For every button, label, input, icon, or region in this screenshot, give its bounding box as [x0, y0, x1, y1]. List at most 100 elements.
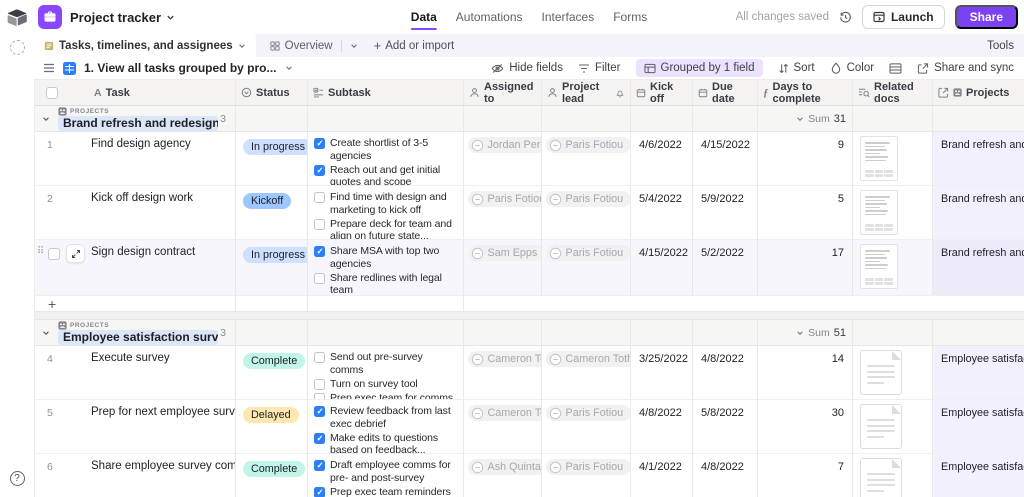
group-value-pill[interactable]: Brand refresh and redesign	[58, 116, 218, 131]
assigned-to-cell[interactable]: Cameron Toth	[464, 346, 542, 399]
kick-off-cell[interactable]: 5/4/2022	[631, 186, 693, 239]
table-row[interactable]: 4Execute surveyCompleteSend out pre-surv…	[35, 346, 1024, 400]
column-header-lead[interactable]: Project lead	[542, 80, 631, 105]
kick-off-cell[interactable]: 4/15/2022	[631, 240, 693, 295]
due-date-cell[interactable]: 4/8/2022	[693, 454, 758, 497]
related-docs-cell[interactable]	[853, 454, 933, 497]
group-value-pill[interactable]: Employee satisfaction survey	[58, 330, 218, 345]
history-icon[interactable]	[839, 11, 852, 24]
subtask-checkbox[interactable]	[314, 246, 325, 257]
assigned-to-cell[interactable]: Paris Fotiou	[464, 186, 542, 239]
chevron-down-icon[interactable]	[166, 13, 175, 22]
subtask-checkbox[interactable]	[314, 165, 325, 176]
tab-automations[interactable]: Automations	[456, 0, 523, 34]
task-cell[interactable]: 5Prep for next employee survey	[35, 400, 236, 453]
subtask-checkbox[interactable]	[314, 379, 325, 390]
chevron-down-icon[interactable]	[285, 64, 293, 72]
subtask-cell[interactable]: Create shortlist of 3-5 agenciesReach ou…	[308, 132, 464, 185]
help-icon[interactable]: ?	[10, 471, 25, 486]
column-header-days[interactable]: ƒDays to complete	[758, 80, 853, 105]
drag-handle[interactable]: ⠿	[37, 246, 43, 257]
project-lead-cell[interactable]: Cameron Toth	[542, 346, 631, 399]
projects-cell[interactable]: Employee satisfaction s	[933, 454, 1024, 497]
table-row[interactable]: 2Kick off design workKickoffFind time wi…	[35, 186, 1024, 240]
assigned-to-cell[interactable]: Sam Epps	[464, 240, 542, 295]
subtask-checkbox[interactable]	[314, 460, 325, 471]
subtask-cell[interactable]: Send out pre-survey commsTurn on survey …	[308, 346, 464, 399]
add-record-row[interactable]: +	[35, 296, 1024, 312]
days-to-complete-cell[interactable]: 17	[758, 240, 853, 295]
tools-button[interactable]: Tools	[987, 40, 1014, 52]
related-docs-cell[interactable]	[853, 240, 933, 295]
expand-record-button[interactable]	[66, 244, 85, 263]
projects-cell[interactable]: Employee satisfaction s	[933, 346, 1024, 399]
row-checkbox[interactable]	[48, 248, 60, 260]
column-header-due[interactable]: Due date	[693, 80, 758, 105]
column-header-kickoff[interactable]: Kick off	[631, 80, 693, 105]
subtask-cell[interactable]: Draft employee comms for pre- and post-s…	[308, 454, 464, 497]
status-cell[interactable]: Complete	[236, 454, 308, 497]
subtask-checkbox[interactable]	[314, 273, 325, 284]
status-cell[interactable]: Complete	[236, 346, 308, 399]
column-header-docs[interactable]: Related docs	[853, 80, 933, 105]
launch-button[interactable]: Launch	[862, 5, 945, 29]
collapse-group-icon[interactable]	[42, 329, 50, 337]
project-lead-cell[interactable]: Paris Fotiou	[542, 400, 631, 453]
color-button[interactable]: Color	[830, 62, 874, 74]
status-cell[interactable]: Delayed	[236, 400, 308, 453]
projects-cell[interactable]: Employee satisfaction s	[933, 400, 1024, 453]
group-header-row[interactable]: PROJECTSBrand refresh and redesign3Sum31	[35, 106, 1024, 132]
project-lead-cell[interactable]: Paris Fotiou	[542, 454, 631, 497]
status-cell[interactable]: In progress	[236, 132, 308, 185]
column-header-status[interactable]: Status	[236, 80, 308, 105]
airtable-logo[interactable]	[7, 9, 27, 26]
kick-off-cell[interactable]: 4/1/2022	[631, 454, 693, 497]
days-to-complete-cell[interactable]: 14	[758, 346, 853, 399]
due-date-cell[interactable]: 5/2/2022	[693, 240, 758, 295]
column-header-subtask[interactable]: Subtask	[308, 80, 464, 105]
add-or-import-button[interactable]: + Add or import	[374, 39, 455, 52]
table-row[interactable]: ⠿Sign design contractIn progressShare MS…	[35, 240, 1024, 296]
group-header-row[interactable]: PROJECTSEmployee satisfaction survey3Sum…	[35, 320, 1024, 346]
view-name[interactable]: 1. View all tasks grouped by pro...	[84, 61, 277, 75]
collapse-group-icon[interactable]	[42, 115, 50, 123]
group-summary[interactable]: Sum51	[758, 320, 853, 345]
project-lead-cell[interactable]: Paris Fotiou	[542, 240, 631, 295]
subtask-cell[interactable]: Review feedback from last exec debriefMa…	[308, 400, 464, 453]
kick-off-cell[interactable]: 4/6/2022	[631, 132, 693, 185]
table-row[interactable]: 1Find design agencyIn progressCreate sho…	[35, 132, 1024, 186]
days-to-complete-cell[interactable]: 7	[758, 454, 853, 497]
due-date-cell[interactable]: 5/9/2022	[693, 186, 758, 239]
task-cell[interactable]: ⠿Sign design contract	[35, 240, 236, 295]
doc-preview-thumbnail[interactable]	[860, 136, 898, 181]
subtask-checkbox[interactable]	[314, 406, 325, 417]
days-to-complete-cell[interactable]: 5	[758, 186, 853, 239]
filter-button[interactable]: Filter	[578, 62, 621, 74]
due-date-cell[interactable]: 4/15/2022	[693, 132, 758, 185]
subtask-checkbox[interactable]	[314, 487, 325, 497]
hide-fields-button[interactable]: Hide fields	[491, 62, 563, 74]
doc-icon[interactable]	[860, 404, 902, 449]
projects-cell[interactable]: Brand refresh and redes	[933, 186, 1024, 239]
project-lead-cell[interactable]: Paris Fotiou	[542, 186, 631, 239]
kick-off-cell[interactable]: 4/8/2022	[631, 400, 693, 453]
days-to-complete-cell[interactable]: 30	[758, 400, 853, 453]
base-title[interactable]: Project tracker	[70, 10, 161, 25]
related-docs-cell[interactable]	[853, 400, 933, 453]
doc-icon[interactable]	[860, 350, 902, 395]
subtask-checkbox[interactable]	[314, 393, 325, 399]
projects-cell[interactable]: Brand refresh and redes	[933, 240, 1024, 295]
tab-data[interactable]: Data	[411, 0, 437, 34]
select-all-checkbox[interactable]	[46, 87, 58, 99]
chevron-down-icon[interactable]	[238, 42, 246, 50]
due-date-cell[interactable]: 4/8/2022	[693, 346, 758, 399]
project-lead-cell[interactable]: Paris Fotiou	[542, 132, 631, 185]
row-height-button[interactable]	[889, 63, 902, 74]
table-row[interactable]: 5Prep for next employee surveyDelayedRev…	[35, 400, 1024, 454]
group-button[interactable]: Grouped by 1 field	[636, 59, 763, 77]
task-cell[interactable]: 6Share employee survey comms	[35, 454, 236, 497]
share-and-sync-button[interactable]: Share and sync	[917, 62, 1014, 74]
group-summary[interactable]: Sum31	[758, 106, 853, 131]
subtask-cell[interactable]: Find time with design and marketing to k…	[308, 186, 464, 239]
doc-icon[interactable]	[860, 458, 902, 497]
